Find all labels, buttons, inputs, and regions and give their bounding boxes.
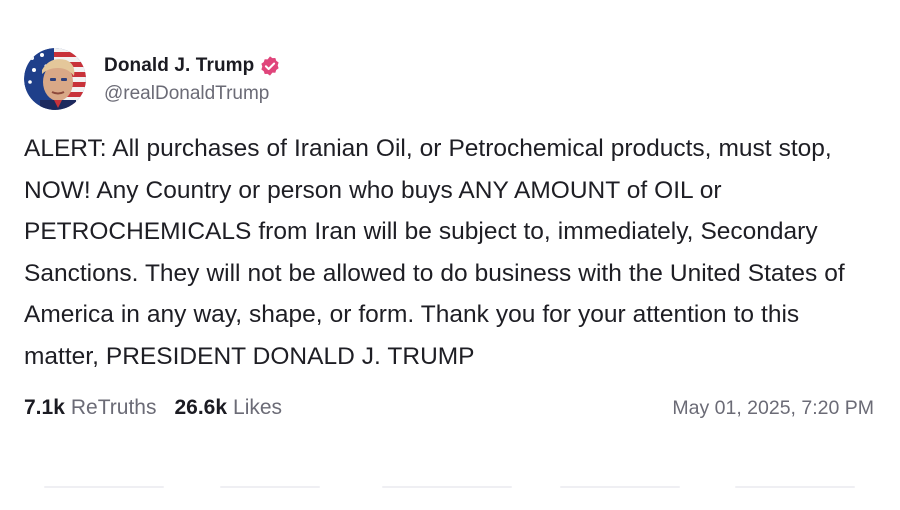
avatar-image: [24, 48, 86, 110]
retruths-stat[interactable]: 7.1k ReTruths: [24, 396, 156, 420]
name-row: Donald J. Trump: [104, 53, 281, 79]
author-identity: Donald J. Trump @realDonaldTrump: [104, 53, 281, 105]
verified-badge-icon: [259, 55, 281, 77]
like-action[interactable]: [382, 486, 512, 488]
retruths-count: 7.1k: [24, 396, 65, 419]
author-display-name[interactable]: Donald J. Trump: [104, 55, 254, 77]
action-bar: [0, 486, 900, 490]
avatar[interactable]: [24, 48, 86, 110]
post-meta: 7.1k ReTruths 26.6k Likes May 01, 2025, …: [24, 393, 880, 423]
likes-count: 26.6k: [174, 396, 228, 419]
retruths-label: ReTruths: [70, 396, 157, 419]
more-action[interactable]: [735, 486, 855, 488]
post-timestamp[interactable]: May 01, 2025, 7:20 PM: [672, 397, 874, 420]
likes-label: Likes: [233, 396, 283, 419]
truth-post: Donald J. Trump @realDonaldTrump ALERT: …: [24, 46, 880, 423]
author-handle[interactable]: @realDonaldTrump: [104, 83, 281, 105]
reply-action[interactable]: [44, 486, 164, 488]
likes-stat[interactable]: 26.6k Likes: [174, 396, 282, 420]
share-action[interactable]: [560, 486, 680, 488]
retruth-action[interactable]: [220, 486, 320, 488]
post-text: ALERT: All purchases of Iranian Oil, or …: [24, 135, 845, 370]
post-header: Donald J. Trump @realDonaldTrump: [24, 46, 880, 112]
